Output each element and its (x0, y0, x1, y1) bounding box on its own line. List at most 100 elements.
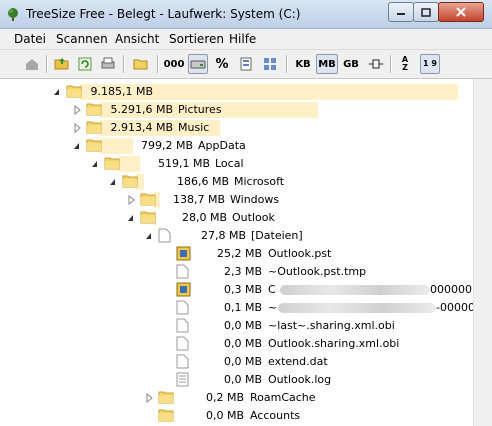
folder-icon (140, 193, 156, 206)
folder-tree[interactable]: 9.185,1 MB 5.291,6 MB Pictures 2.913,4 MB Mu… (0, 79, 473, 426)
outlook-data-file-icon (176, 282, 191, 297)
expanded-arrow-icon[interactable] (72, 140, 82, 152)
size-value: 5.291,6 MB (110, 103, 173, 116)
drive-icon (190, 60, 206, 69)
sort-by-name-button[interactable]: A Z (398, 54, 412, 74)
tree-row[interactable]: 0,0 MB Outlook.sharing.xml.obi (0, 335, 473, 353)
tree-row[interactable]: 2.913,4 MB Music (0, 119, 473, 137)
tree-row[interactable]: 186,6 MB Microsoft (0, 173, 473, 191)
collapsed-arrow-icon[interactable] (72, 104, 82, 116)
collapsed-arrow-icon[interactable] (126, 194, 136, 206)
tree-row[interactable]: 0,3 MB C 000000 (0, 281, 473, 299)
size-bar (100, 138, 133, 154)
file-icon (176, 300, 189, 315)
file-count-button[interactable]: 000 (164, 54, 185, 74)
size-value: 799,2 MB (140, 139, 193, 152)
close-button[interactable] (438, 2, 484, 22)
tree-row[interactable]: 0,2 MB RoamCache (0, 389, 473, 407)
maximize-button[interactable] (413, 2, 439, 22)
file-icon (176, 354, 189, 369)
print-button[interactable] (98, 54, 118, 74)
tree-row[interactable]: 5.291,6 MB Pictures (0, 101, 473, 119)
folder-icon (140, 211, 156, 224)
tree-row[interactable]: 9.185,1 MB (0, 83, 473, 101)
menu-hilfe[interactable]: Hilfe (229, 32, 256, 46)
unit-gb-button[interactable]: GB (341, 54, 361, 74)
size-value: 519,1 MB (157, 157, 210, 170)
size-value: 27,8 MB (200, 229, 246, 242)
collapsed-arrow-icon[interactable] (144, 392, 154, 404)
percent-button[interactable]: % (212, 54, 232, 74)
size-value: 28,0 MB (181, 211, 227, 224)
collapsed-arrow-icon[interactable] (72, 122, 82, 134)
size-value: 0,0 MB (223, 373, 262, 386)
window-title: TreeSize Free - Belegt - Laufwerk: Syste… (26, 7, 301, 21)
folder-export-icon (133, 59, 148, 70)
scan-folder-button[interactable] (52, 54, 72, 74)
menu-sortieren[interactable]: Sortieren (169, 32, 224, 46)
size-value: 0,2 MB (205, 391, 244, 404)
expanded-arrow-icon[interactable] (52, 86, 62, 98)
size-bar (118, 156, 140, 172)
folder-icon (86, 121, 102, 134)
expanded-arrow-icon[interactable] (90, 158, 100, 170)
menu-ansicht[interactable]: Ansicht (115, 32, 159, 46)
home-button[interactable] (22, 54, 42, 74)
item-name-tail: -000000 (436, 301, 473, 314)
sort-by-size-button[interactable]: 1 9 (420, 54, 440, 74)
file-icon (176, 318, 189, 333)
size-value: 9.185,1 MB (90, 85, 153, 98)
close-icon (456, 7, 466, 17)
tree-row[interactable]: 0,1 MB ~ -000000 (0, 299, 473, 317)
expanded-arrow-icon[interactable] (108, 176, 118, 188)
tree-row[interactable]: 0,0 MB extend.dat (0, 353, 473, 371)
toolbar: 000 % KB MB GB A Z 1 9 (0, 50, 492, 79)
size-value: 0,1 MB (223, 301, 262, 314)
expanded-arrow-icon[interactable] (144, 230, 154, 242)
menu-datei[interactable]: Datei (14, 32, 46, 46)
item-name: Accounts (250, 409, 301, 422)
size-view-button[interactable] (188, 54, 208, 74)
tree-row[interactable]: 799,2 MB AppData (0, 137, 473, 155)
size-value: 0,3 MB (223, 283, 262, 296)
item-name: Local (215, 157, 244, 170)
tree-row[interactable]: 519,1 MB Local (0, 155, 473, 173)
menu-scannen[interactable]: Scannen (56, 32, 108, 46)
grid-icon (264, 58, 276, 70)
tree-row[interactable]: 28,0 MB Outlook (0, 209, 473, 227)
size-value: 2.913,4 MB (110, 121, 173, 134)
folder-icon (158, 391, 174, 404)
tree-row[interactable]: 138,7 MB Windows (0, 191, 473, 209)
export-button[interactable] (131, 54, 151, 74)
refresh-icon (78, 57, 92, 71)
tree-row[interactable]: 2,3 MB ~Outlook.pst.tmp (0, 263, 473, 281)
outlook-data-file-icon (176, 246, 191, 261)
unit-mb-button[interactable]: MB (316, 54, 338, 74)
tree-row[interactable]: 0,0 MB Accounts (0, 407, 473, 425)
size-value: 2,3 MB (223, 265, 262, 278)
unit-kb-button[interactable]: KB (293, 54, 313, 74)
refresh-button[interactable] (75, 54, 95, 74)
item-name: Windows (230, 193, 280, 206)
minimize-icon (397, 13, 405, 15)
size-value: 0,0 MB (223, 337, 262, 350)
house-icon (26, 59, 38, 70)
columns-button[interactable] (236, 54, 256, 74)
tree-row[interactable]: 25,2 MB Outlook.pst (0, 245, 473, 263)
redacted-name (280, 285, 430, 295)
tree-row[interactable]: 0,0 MB Outlook.log (0, 371, 473, 389)
expanded-arrow-icon[interactable] (126, 212, 136, 224)
details-button[interactable] (260, 54, 280, 74)
auto-unit-icon (369, 59, 383, 69)
minimize-button[interactable] (388, 2, 414, 22)
tree-row[interactable]: 0,0 MB ~last~.sharing.xml.obi (0, 317, 473, 335)
file-icon (176, 264, 189, 279)
size-value: 0,0 MB (223, 319, 262, 332)
vertical-scrollbar[interactable] (473, 79, 492, 426)
item-name: Pictures (178, 103, 222, 116)
tree-row[interactable]: 27,8 MB [Dateien] (0, 227, 473, 245)
redacted-name (278, 303, 436, 313)
maximize-icon (421, 7, 431, 17)
log-file-icon (176, 372, 189, 387)
auto-unit-button[interactable] (366, 54, 386, 74)
